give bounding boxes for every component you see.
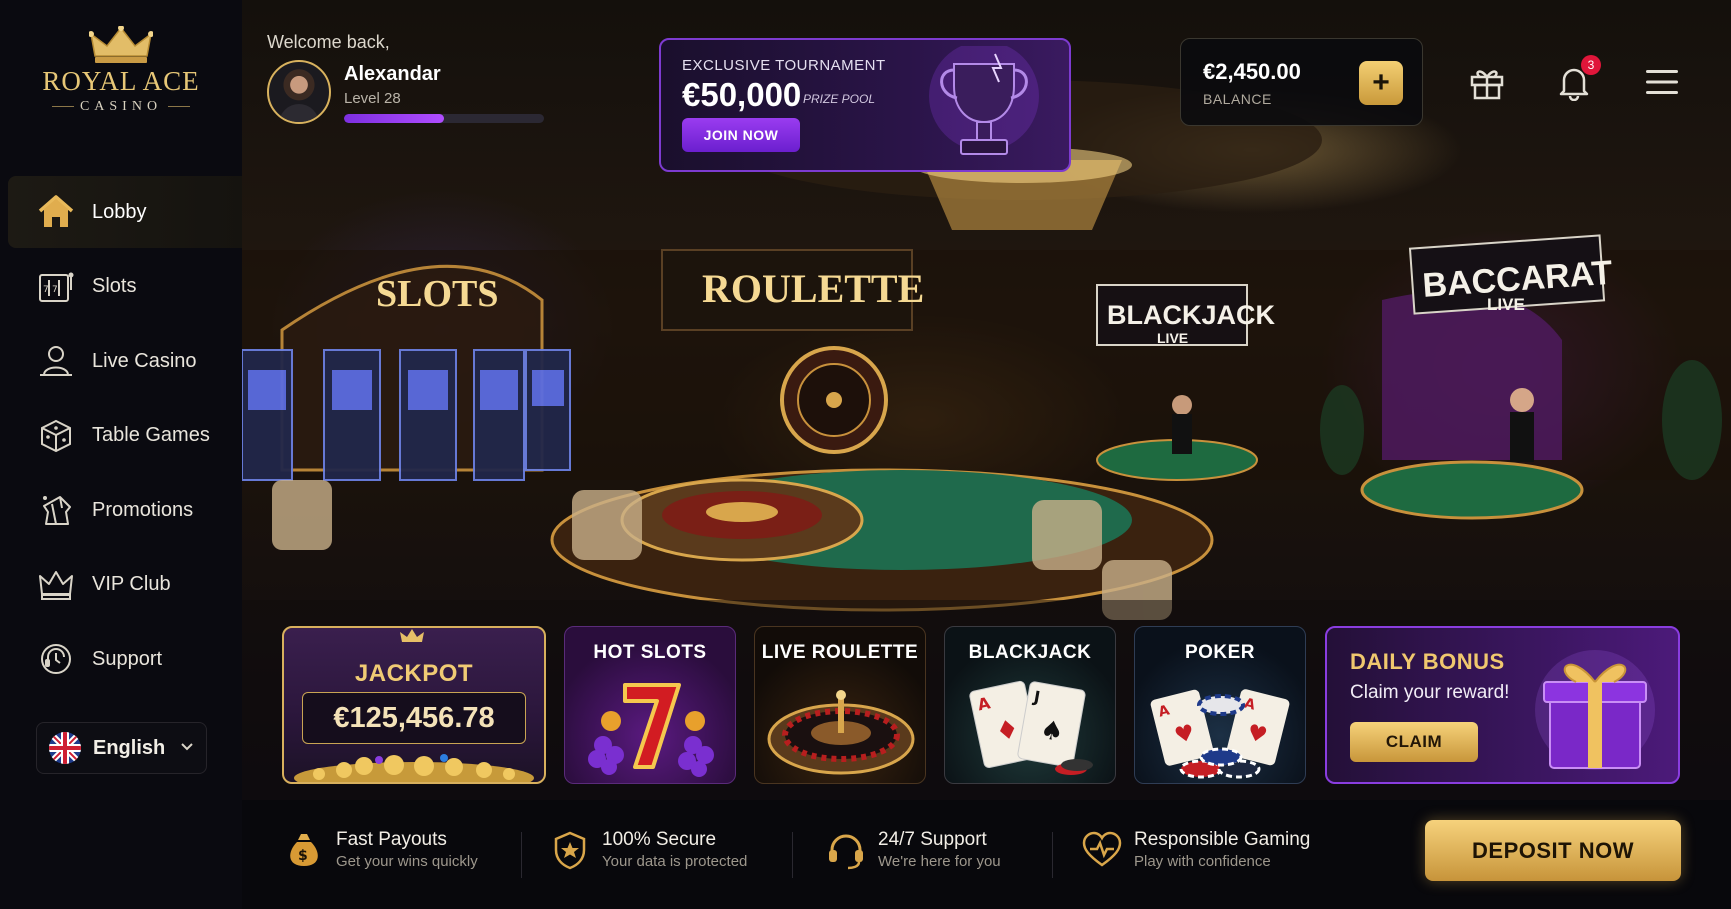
user-name: Alexandar <box>344 63 441 85</box>
dealer-icon <box>36 341 76 381</box>
gift-icon <box>36 490 76 530</box>
uk-flag-icon <box>49 732 81 764</box>
feature-fast-payouts: $ Fast Payouts Get your wins quickly <box>282 828 478 872</box>
poker-tile[interactable]: A ♥ A ♥ POKER <box>1134 626 1306 784</box>
balance-label: BALANCE <box>1203 91 1272 107</box>
footer-divider <box>792 832 793 878</box>
baccarat-live-sign: LIVE <box>1487 295 1525 314</box>
sidebar-item-label: Table Games <box>92 424 210 446</box>
jackpot-value: €125,456.78 <box>302 692 526 744</box>
poker-title: POKER <box>1184 642 1256 663</box>
heart-icon <box>1080 828 1124 872</box>
feature-title: 24/7 Support <box>878 829 987 850</box>
sidebar-item-table-games[interactable]: Table Games <box>8 400 242 472</box>
feature-title: 100% Secure <box>602 829 717 850</box>
tournament-caption: PRIZE POOL <box>803 92 876 106</box>
footer-divider <box>521 832 522 878</box>
sidebar-item-support[interactable]: Support <box>8 623 242 695</box>
hot-slots-tile[interactable]: HOT SLOTS <box>564 626 736 784</box>
sidebar-item-label: VIP Club <box>92 573 171 595</box>
balance-amount: €2,450.00 <box>1203 59 1301 84</box>
dice-icon <box>36 416 76 456</box>
sidebar-item-label: Promotions <box>92 498 194 521</box>
sidebar-item-promotions[interactable]: Promotions <box>8 474 242 546</box>
blackjack-sign: BLACKJACK <box>1107 300 1276 330</box>
user-level: Level 28 <box>344 90 401 107</box>
feature-sub: Your data is protected <box>602 853 748 870</box>
daily-bonus-card: DAILY BONUS Claim your reward! CLAIM <box>1325 626 1680 784</box>
sidebar-item-vip-club[interactable]: VIP Club <box>8 549 242 621</box>
tournament-banner[interactable]: EXCLUSIVE TOURNAMENT €50,000 PRIZE POOL … <box>659 38 1071 172</box>
deposit-now-button[interactable]: DEPOSIT NOW <box>1425 820 1681 881</box>
notification-count-badge: 3 <box>1581 55 1601 75</box>
crown-icon <box>36 565 76 605</box>
sidebar-nav: Lobby 77 Slots Live Casino Table Games P… <box>8 176 242 698</box>
claim-button[interactable]: CLAIM <box>1350 722 1478 762</box>
feature-sub: We're here for you <box>878 853 1001 870</box>
crown-logo-icon <box>89 26 153 63</box>
daily-bonus-text: Claim your reward! <box>1350 682 1510 703</box>
user-avatar[interactable] <box>267 60 331 124</box>
sidebar-item-label: Support <box>92 647 163 670</box>
add-funds-button[interactable]: + <box>1359 61 1403 105</box>
blackjack-live-sign: LIVE <box>1157 330 1188 346</box>
home-icon <box>36 192 76 232</box>
shield-icon <box>548 828 592 872</box>
feature-sub: Play with confidence <box>1134 853 1271 870</box>
brand-logo[interactable]: ROYAL ACE CASINO <box>30 26 212 136</box>
gift-icon[interactable] <box>1465 60 1509 104</box>
brand-sub: CASINO <box>30 99 212 115</box>
balance-card: €2,450.00 BALANCE + <box>1180 38 1423 126</box>
footer-divider <box>1052 832 1053 878</box>
svg-text:7: 7 <box>43 285 49 295</box>
sidebar-item-slots[interactable]: 77 Slots <box>8 251 242 323</box>
svg-text:7: 7 <box>52 285 58 295</box>
feature-secure: 100% Secure Your data is protected <box>548 828 747 872</box>
tournament-kicker: EXCLUSIVE TOURNAMENT <box>682 57 886 74</box>
svg-text:$: $ <box>298 848 308 864</box>
trophy-icon <box>929 46 1039 155</box>
feature-responsible-gaming: Responsible Gaming Play with confidence <box>1080 828 1310 872</box>
chevron-down-icon <box>180 739 194 757</box>
welcome-text: Welcome back, <box>267 32 390 52</box>
jackpot-title: JACKPOT <box>354 660 474 687</box>
sidebar-item-label: Lobby <box>92 200 147 223</box>
sidebar-item-label: Slots <box>92 275 137 297</box>
menu-icon[interactable] <box>1640 60 1684 104</box>
headset-icon <box>36 639 76 679</box>
language-label: English <box>93 736 166 759</box>
tournament-amount: €50,000 <box>682 76 802 113</box>
join-now-button[interactable]: JOIN NOW <box>682 118 800 152</box>
blackjack-tile[interactable]: A ♦ J ♠ BLACKJACK <box>944 626 1116 784</box>
feature-sub: Get your wins quickly <box>336 853 478 870</box>
gift-box-icon <box>1535 650 1655 770</box>
hot-slots-title: HOT SLOTS <box>593 642 707 663</box>
sidebar: ROYAL ACE CASINO Lobby 77 Slots Live Cas… <box>0 0 242 909</box>
headset-icon <box>824 828 868 872</box>
roulette-sign: ROULETTE <box>702 266 924 311</box>
live-roulette-tile[interactable]: LIVE ROULETTE <box>754 626 926 784</box>
jackpot-tile[interactable]: JACKPOT €125,456.78 <box>282 626 546 784</box>
feature-title: Responsible Gaming <box>1134 829 1311 850</box>
blackjack-title: BLACKJACK <box>968 642 1092 663</box>
live-roulette-title: LIVE ROULETTE <box>761 642 919 663</box>
feature-support: 24/7 Support We're here for you <box>824 828 1001 872</box>
slots-sign: SLOTS <box>376 273 499 315</box>
brand-name: ROYAL ACE <box>42 66 200 96</box>
feature-title: Fast Payouts <box>336 829 447 850</box>
daily-bonus-title: DAILY BONUS <box>1350 649 1505 674</box>
sidebar-item-lobby[interactable]: Lobby <box>8 176 242 248</box>
sidebar-item-live-casino[interactable]: Live Casino <box>8 325 242 397</box>
money-bag-icon: $ <box>282 828 326 872</box>
slot-machine-icon: 77 <box>36 267 76 307</box>
sidebar-item-label: Live Casino <box>92 349 197 372</box>
level-progress-bar <box>344 114 544 123</box>
level-progress-fill <box>344 114 444 123</box>
language-selector[interactable]: English <box>36 722 207 774</box>
